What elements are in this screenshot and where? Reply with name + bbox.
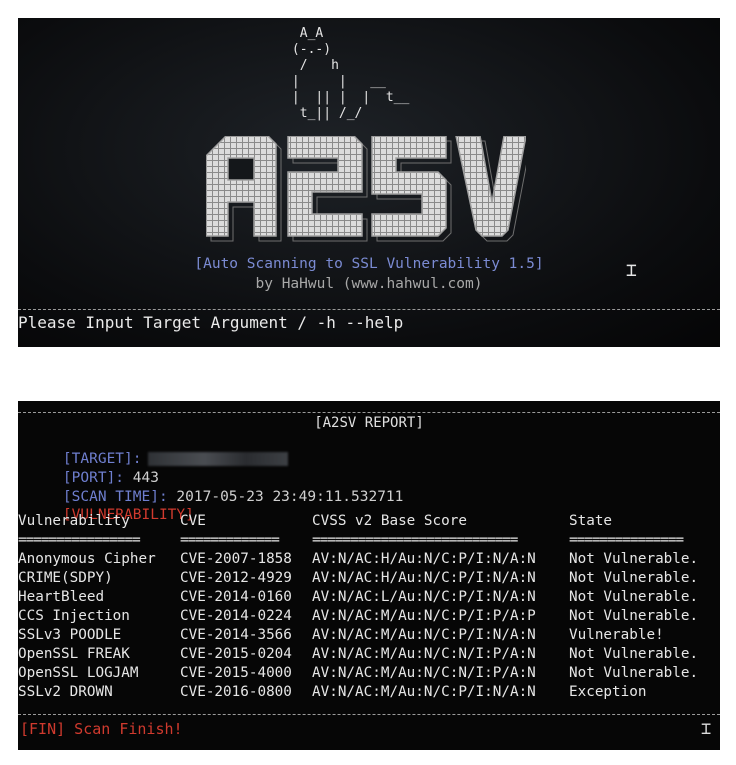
col-header-state: State <box>569 512 613 529</box>
vuln-cve: CVE-2014-3566 <box>180 626 292 643</box>
vuln-state: Not Vulnerable. <box>569 550 699 567</box>
scan-time-value: 2017-05-23 23:49:11.532711 <box>176 489 404 505</box>
table-separator-row: ================ ============= =========… <box>18 530 719 549</box>
vuln-name: SSLv2 DROWN <box>18 683 113 700</box>
vuln-name: OpenSSL FREAK <box>18 645 130 662</box>
a2sv-logo <box>206 136 526 242</box>
vuln-state: Not Vulnerable. <box>569 645 699 662</box>
separator: ================ <box>18 531 141 548</box>
logo-hole <box>227 157 255 181</box>
redacted-target <box>147 452 288 466</box>
vuln-cve: CVE-2014-0160 <box>180 588 292 605</box>
vuln-cvss: AV:N/AC:H/Au:N/C:P/I:N/A:N <box>312 569 536 586</box>
vuln-cve: CVE-2015-0204 <box>180 645 292 662</box>
i-beam-cursor-icon: ⌶ <box>626 260 637 281</box>
vuln-cve: CVE-2014-0224 <box>180 607 292 624</box>
table-row: CCS Injection CVE-2014-0224 AV:N/AC:M/Au:N… <box>18 606 719 625</box>
report-title: [A2SV REPORT] <box>314 415 424 431</box>
vuln-name: SSLv3 POODLE <box>18 626 122 643</box>
ascii-cat-art: A_A (-.-) / h | | __ | || | | t__ t_|| /… <box>291 26 410 121</box>
logo-letter <box>206 136 277 237</box>
vuln-state: Vulnerable! <box>569 626 664 643</box>
banner-author: by HaHwul (www.hahwul.com) <box>255 276 483 292</box>
table-header-row: Vulnerability CVE CVSS v2 Base Score Sta… <box>18 511 719 530</box>
report-top-divider <box>18 412 720 413</box>
vuln-name: Anonymous Cipher <box>18 550 156 567</box>
vuln-state: Not Vulnerable. <box>569 569 699 586</box>
vuln-name: CCS Injection <box>18 607 130 624</box>
report-bottom-divider <box>18 714 720 715</box>
vuln-cvss: AV:N/AC:M/Au:N/C:N/I:P/A:N <box>312 645 536 662</box>
separator: =========================== <box>312 531 518 548</box>
i-beam-cursor-icon: ⌶ <box>701 719 712 739</box>
table-row: SSLv2 DROWN CVE-2016-0800 AV:N/AC:M/Au:N/C… <box>18 682 719 701</box>
vuln-state: Not Vulnerable. <box>569 607 699 624</box>
divider-line <box>18 309 720 310</box>
scan-finish-message: [FIN] Scan Finish! <box>20 720 183 738</box>
command-prompt[interactable]: Please Input Target Argument / -h --help <box>18 313 403 332</box>
table-row: SSLv3 POODLE CVE-2014-3566 AV:N/AC:M/Au:N/… <box>18 625 719 644</box>
table-row: OpenSSL FREAK CVE-2015-0204 AV:N/AC:M/Au:N… <box>18 644 719 663</box>
vuln-cve: CVE-2015-4000 <box>180 664 292 681</box>
vuln-name: OpenSSL LOGJAM <box>18 664 139 681</box>
logo-letter <box>371 136 447 237</box>
vuln-cvss: AV:N/AC:H/Au:N/C:P/I:N/A:N <box>312 550 536 567</box>
col-header-cvss: CVSS v2 Base Score <box>312 512 467 529</box>
vuln-name: CRIME(SDPY) <box>18 569 113 586</box>
col-header-cve: CVE <box>180 512 206 529</box>
table-row: Anonymous Cipher CVE-2007-1858 AV:N/AC:H/A… <box>18 549 719 568</box>
vuln-state: Exception <box>569 683 647 700</box>
report-terminal: [A2SV REPORT] [TARGET]: [PORT]: 443 [SCA… <box>18 401 720 750</box>
vuln-cvss: AV:N/AC:M/Au:N/C:N/I:P/A:N <box>312 664 536 681</box>
launch-terminal: A_A (-.-) / h | | __ | || | | t__ t_|| /… <box>18 18 720 347</box>
table-row: OpenSSL LOGJAM CVE-2015-4000 AV:N/AC:M/Au:… <box>18 663 719 682</box>
vuln-cve: CVE-2007-1858 <box>180 550 292 567</box>
separator: =============== <box>569 531 684 548</box>
vuln-cvss: AV:N/AC:L/Au:N/C:P/I:N/A:N <box>312 588 536 605</box>
vulnerability-table: Vulnerability CVE CVSS v2 Base Score Sta… <box>18 511 719 701</box>
vuln-cve: CVE-2016-0800 <box>180 683 292 700</box>
table-row: CRIME(SDPY) CVE-2012-4929 AV:N/AC:H/Au:N/C… <box>18 568 719 587</box>
vuln-state: Not Vulnerable. <box>569 588 699 605</box>
vuln-cvss: AV:N/AC:M/Au:N/C:P/I:N/A:N <box>312 626 536 643</box>
logo-letter <box>287 136 363 237</box>
vuln-name: HeartBleed <box>18 588 105 605</box>
separator: ============= <box>180 531 280 548</box>
table-row: HeartBleed CVE-2014-0160 AV:N/AC:L/Au:N/C:… <box>18 587 719 606</box>
vuln-cvss: AV:N/AC:M/Au:N/C:P/I:P/A:P <box>312 607 536 624</box>
vuln-cve: CVE-2012-4929 <box>180 569 292 586</box>
col-header-vulnerability: Vulnerability <box>18 512 130 529</box>
banner-title: [Auto Scanning to SSL Vulnerability 1.5] <box>194 256 544 272</box>
vuln-state: Not Vulnerable. <box>569 664 699 681</box>
vuln-cvss: AV:N/AC:M/Au:N/C:P/I:N/A:N <box>312 683 536 700</box>
